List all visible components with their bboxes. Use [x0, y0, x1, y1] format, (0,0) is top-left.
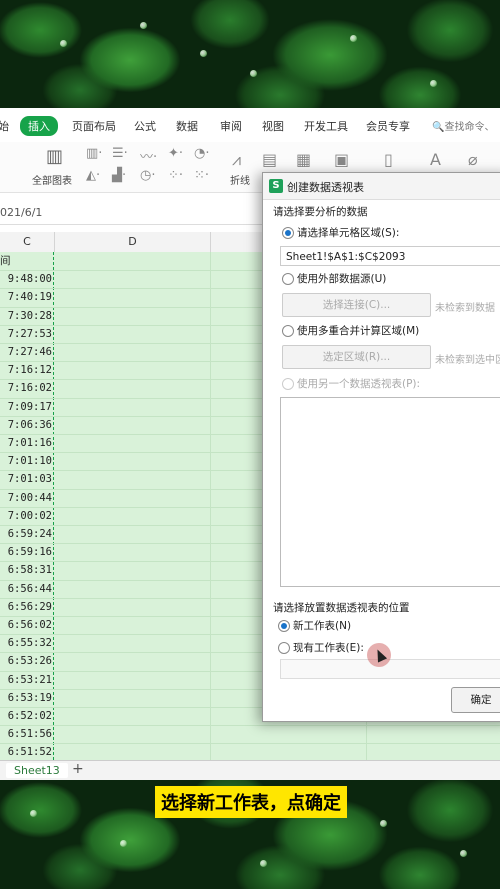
cell-c[interactable]: 6:56:02 [0, 616, 54, 634]
pivot-list-box[interactable] [280, 397, 500, 587]
menu-start[interactable]: 始 [0, 118, 9, 134]
cell-c[interactable]: 7:16:02 [0, 379, 54, 397]
combo-chart-icon[interactable]: ⁙· [194, 168, 209, 183]
bar-chart-icon[interactable]: ▥ [46, 146, 63, 167]
radio-existing-sheet[interactable] [278, 642, 290, 654]
column-sparkline-icon[interactable]: ▤ [262, 150, 277, 169]
menu-view[interactable]: 视图 [262, 118, 284, 134]
sheet-tab-sheet13[interactable]: Sheet13 [6, 763, 68, 778]
radio-select-range[interactable] [282, 227, 294, 239]
command-search[interactable]: 🔍查找命令、 [432, 118, 494, 133]
wps-logo-icon: S [269, 179, 283, 193]
region-hint: 未检索到选中区 [435, 355, 500, 366]
all-charts-label[interactable]: 全部图表 [32, 172, 72, 187]
cell-c[interactable]: 7:01:03 [0, 470, 54, 488]
cell-c[interactable]: 6:56:44 [0, 580, 54, 598]
cell-c[interactable]: 6:58:31 [0, 561, 54, 579]
sheet-tab-bar: Sheet13 + [0, 760, 500, 780]
menu-formula[interactable]: 公式 [134, 118, 156, 134]
winloss-icon[interactable]: ▦ [296, 150, 311, 169]
cell-c[interactable]: 7:09:17 [0, 398, 54, 416]
label-new-sheet[interactable]: 新工作表(N) [293, 618, 351, 633]
add-sheet-button[interactable]: + [72, 761, 84, 777]
radio-consolidate[interactable] [282, 325, 294, 337]
column-header-c[interactable]: C [0, 232, 55, 253]
radar-chart-icon[interactable]: ✦· [168, 146, 183, 161]
table-row[interactable]: 6:51:56 [0, 725, 500, 745]
gauge-icon[interactable]: ◔· [194, 146, 209, 161]
placement-section: 请选择放置数据透视表的位置 [273, 602, 410, 614]
label-existing-sheet[interactable]: 现有工作表(E): [293, 640, 364, 655]
menu-review[interactable]: 审阅 [220, 118, 242, 134]
label-consolidate[interactable]: 使用多重合并计算区域(M) [297, 323, 419, 338]
menu-page-layout[interactable]: 页面布局 [72, 118, 116, 134]
cell-c[interactable]: 6:53:19 [0, 689, 54, 707]
polyline-label[interactable]: 折线 [230, 172, 250, 187]
dialog-titlebar[interactable]: S 创建数据透视表 [263, 173, 500, 200]
existing-sheet-input[interactable] [280, 659, 500, 679]
sparkline-icon[interactable]: ⩘ [232, 150, 241, 170]
cell-c[interactable]: 6:55:32 [0, 634, 54, 652]
table-row[interactable]: 6:51:52 [0, 743, 500, 760]
cell-c[interactable]: 6:53:21 [0, 671, 54, 689]
connection-hint: 未检索到数据 [435, 303, 495, 314]
column-chart-icon[interactable]: ▥· [86, 146, 102, 161]
radio-new-sheet[interactable] [278, 620, 290, 632]
cell-c[interactable]: 7:06:36 [0, 416, 54, 434]
create-pivot-table-dialog: S 创建数据透视表 请选择要分析的数据 请选择单元格区域(S): Sheet1!… [262, 172, 500, 722]
bar-chart-h-icon[interactable]: ☰· [112, 146, 128, 161]
background-leaves-top [0, 0, 500, 108]
formula-value: 021/6/1 [0, 206, 43, 219]
cell-c[interactable]: 6:51:52 [0, 743, 54, 760]
wordart-icon[interactable]: A [430, 150, 441, 169]
menu-data[interactable]: 数据 [176, 118, 198, 134]
menu-developer[interactable]: 开发工具 [304, 118, 348, 134]
cell-c[interactable]: 9:48:00 [0, 270, 54, 288]
cell-c[interactable]: 7:01:10 [0, 452, 54, 470]
cell-c[interactable]: 6:53:26 [0, 652, 54, 670]
search-placeholder: 查找命令、 [444, 122, 495, 133]
cell-c[interactable]: 7:27:46 [0, 343, 54, 361]
cell-c[interactable]: 间 [0, 252, 54, 270]
cell-c[interactable]: 7:00:44 [0, 489, 54, 507]
cell-c[interactable]: 6:59:24 [0, 525, 54, 543]
radio-external-source[interactable] [282, 273, 294, 285]
radio-other-pivot[interactable] [282, 378, 294, 390]
range-input[interactable]: Sheet1!$A$1:$C$2093 [280, 246, 500, 266]
select-connection-button[interactable]: 选择连接(C)... [282, 293, 431, 317]
stock-chart-icon[interactable]: ▟· [112, 168, 126, 183]
column-header-d[interactable]: D [55, 232, 211, 253]
cell-c[interactable]: 7:27:53 [0, 325, 54, 343]
cell-c[interactable]: 6:56:29 [0, 598, 54, 616]
pie-chart-icon[interactable]: ◷· [140, 168, 155, 183]
select-region-button[interactable]: 选定区域(R)... [282, 345, 431, 369]
analyze-data-section: 请选择要分析的数据 [273, 206, 368, 218]
dialog-title: 创建数据透视表 [287, 181, 364, 194]
cell-c[interactable]: 7:16:12 [0, 361, 54, 379]
cell-c[interactable]: 6:51:56 [0, 725, 54, 743]
menu-member[interactable]: 会员专享 [366, 118, 410, 134]
line-chart-icon[interactable]: 〰· [140, 146, 157, 165]
cell-c[interactable]: 7:30:28 [0, 307, 54, 325]
label-select-range[interactable]: 请选择单元格区域(S): [297, 225, 399, 240]
cell-c[interactable]: 7:01:16 [0, 434, 54, 452]
cell-c[interactable]: 6:52:02 [0, 707, 54, 725]
label-external-source[interactable]: 使用外部数据源(U) [297, 271, 386, 286]
ok-button[interactable]: 确定 [451, 687, 500, 713]
attachment-icon[interactable]: ⌀ [468, 150, 478, 169]
menu-insert[interactable]: 插入 [20, 116, 58, 136]
cell-c[interactable]: 6:59:16 [0, 543, 54, 561]
cell-c[interactable]: 7:00:02 [0, 507, 54, 525]
label-other-pivot: 使用另一个数据透视表(P): [297, 378, 421, 390]
scatter-chart-icon[interactable]: ⁘· [168, 168, 183, 183]
header-footer-icon[interactable]: ▯ [384, 150, 393, 169]
video-caption: 选择新工作表，点确定 [155, 786, 347, 818]
menu-bar: 始 插入 页面布局 公式 数据 审阅 视图 开发工具 会员专享 🔍查找命令、 [0, 108, 500, 143]
cell-c[interactable]: 7:40:19 [0, 288, 54, 306]
search-icon: 🔍 [432, 122, 445, 133]
textbox-icon[interactable]: ▣ [334, 150, 349, 169]
area-chart-icon[interactable]: ◭· [86, 168, 100, 183]
